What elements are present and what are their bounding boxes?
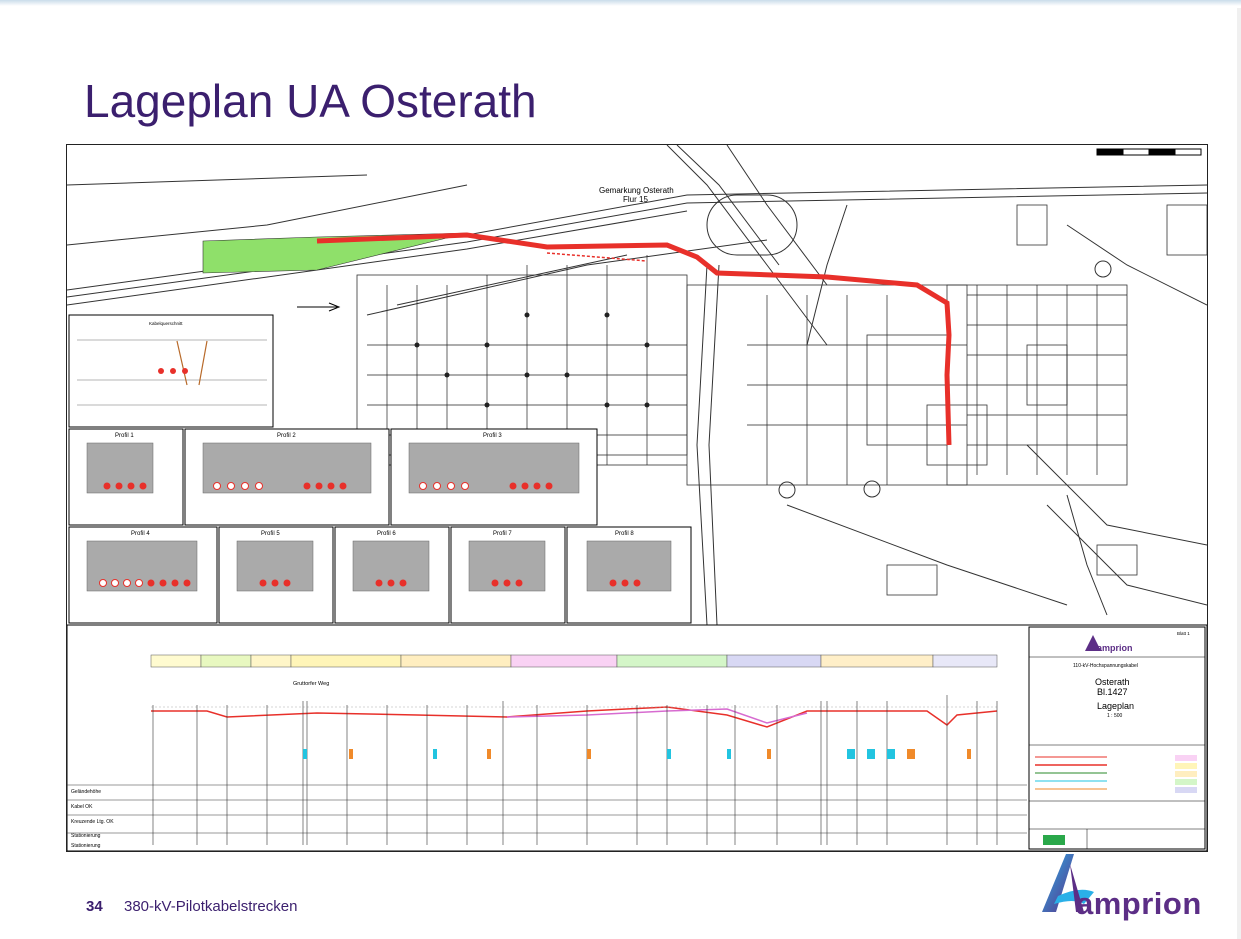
profile-title-6: Profil 6 (377, 531, 396, 537)
footer-text: 380-kV-Pilotkabelstrecken (124, 898, 298, 915)
profile-title-3: Profil 3 (483, 433, 502, 439)
titleblock-sheet-no: Blatt 1 (1177, 631, 1190, 636)
titleblock-sheet: Bl.1427 (1097, 687, 1128, 697)
road-label-profile: Gruttorfer Weg (293, 681, 329, 687)
profile-title-1: Profil 1 (115, 433, 134, 439)
profile-title-8: Profil 8 (615, 531, 634, 537)
profile-title-2: Profil 2 (277, 433, 296, 439)
title-block: amprion Blatt 1 110-kV-Hochspannungskabe… (1028, 626, 1206, 850)
titleblock-brand: amprion (1097, 643, 1133, 653)
titleblock-scale: 1 : 500 (1107, 713, 1123, 719)
cross-section-title: Kabelquerschnitt (149, 321, 183, 326)
row-label-1: Geländehöhe (71, 789, 101, 795)
gemarkung-line1: Gemarkung Osterath (599, 186, 674, 195)
page-number: 34 (86, 898, 103, 915)
site-plan-drawing: Gemarkung Osterath Flur 15 Kabelquerschn… (66, 144, 1208, 852)
scale-bar (1096, 148, 1202, 156)
titleblock-project: Osterath (1095, 677, 1130, 687)
profile-title-5: Profil 5 (261, 531, 280, 537)
row-label-5: Stationierung (71, 843, 101, 849)
brand-name: amprion (1076, 886, 1202, 921)
slide-title: Lageplan UA Osterath (84, 75, 537, 127)
row-label-2: Kabel OK (71, 804, 93, 810)
site-plan-svg: Gemarkung Osterath Flur 15 Kabelquerschn… (67, 145, 1207, 851)
titleblock-drawing-type: Lageplan (1097, 701, 1134, 711)
row-label-3: Kreuzende Ltg. OK (71, 819, 114, 825)
profile-title-7: Profil 7 (493, 531, 512, 537)
profile-band (150, 654, 998, 668)
cross-section-inset: Kabelquerschnitt (68, 314, 274, 428)
profile-title-4: Profil 4 (131, 531, 150, 537)
row-label-4: Stationierung (71, 833, 101, 839)
titleblock-subtitle: 110-kV-Hochspannungskabel (1073, 663, 1138, 669)
top-divider (0, 0, 1241, 6)
gemarkung-line2: Flur 15 (623, 195, 648, 204)
cable-route-line (316, 232, 952, 446)
right-edge (1237, 8, 1241, 939)
